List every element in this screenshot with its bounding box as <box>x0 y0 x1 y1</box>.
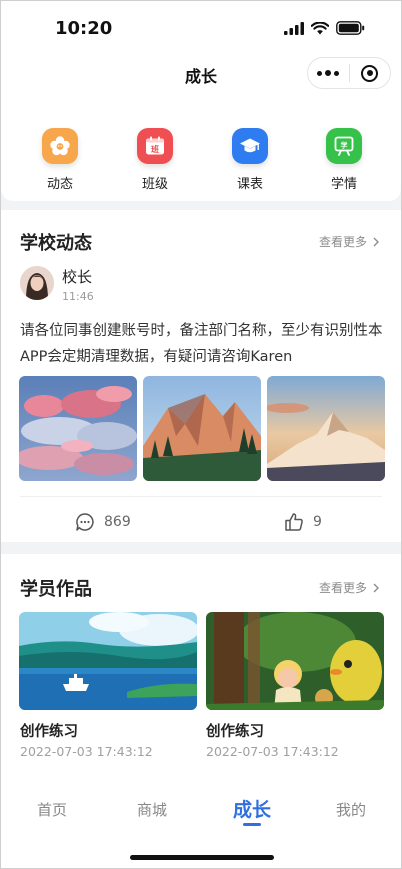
quick-nav-item-study[interactable]: 学 学情 <box>314 128 374 192</box>
battery-icon <box>336 21 365 35</box>
student-works-card: 学员作品 查看更多 创作练习 2022-07-03 17:43:12 创作练习 … <box>1 554 401 777</box>
mountain-peak-image[interactable] <box>267 376 385 481</box>
home-indicator[interactable] <box>130 855 274 860</box>
tab-home[interactable]: 首页 <box>22 799 82 820</box>
comment-icon <box>76 513 94 531</box>
mini-program-capsule <box>307 57 391 89</box>
quick-nav-label: 课表 <box>236 177 263 192</box>
status-bar: 10:20 <box>1 1 401 53</box>
quick-nav-item-schedule[interactable]: 课表 <box>220 128 280 192</box>
svg-text:班: 班 <box>151 144 159 154</box>
thumbs-up-icon <box>285 513 303 531</box>
post-time: 11:46 <box>62 290 94 303</box>
author-avatar[interactable] <box>20 266 54 300</box>
tab-bar: 首页 商城 成长 我的 <box>1 777 401 868</box>
quick-nav: 动态 班 班级 课表 学 学情 <box>1 95 401 201</box>
school-news-more-link[interactable]: 查看更多 <box>319 233 379 250</box>
post-divider <box>20 496 382 497</box>
navigation-bar: 成长 <box>1 53 401 95</box>
more-options-icon[interactable] <box>308 70 349 76</box>
tab-mine[interactable]: 我的 <box>321 799 381 820</box>
calendar-icon: 班 <box>137 128 173 164</box>
pink-clouds-image[interactable] <box>19 376 137 481</box>
quick-nav-label: 班级 <box>141 177 168 192</box>
quick-nav-item-class[interactable]: 班 班级 <box>125 128 185 192</box>
like-count: 9 <box>313 514 322 530</box>
tab-mall[interactable]: 商城 <box>122 799 182 820</box>
student-works-more-link[interactable]: 查看更多 <box>319 579 379 596</box>
signal-icon <box>284 21 304 35</box>
quick-nav-item-dynamic[interactable]: 动态 <box>30 128 90 192</box>
work-title: 创作练习 <box>20 724 78 740</box>
status-icons <box>284 21 365 35</box>
student-works-title: 学员作品 <box>20 579 92 600</box>
quick-nav-label: 学情 <box>330 177 357 192</box>
flower-icon <box>42 128 78 164</box>
chevron-right-icon <box>373 583 379 592</box>
tab-growth[interactable]: 成长 <box>222 795 282 822</box>
graduation-cap-icon <box>232 128 268 164</box>
active-tab-indicator <box>243 823 261 826</box>
work-date: 2022-07-03 17:43:12 <box>206 744 339 759</box>
chart-board-icon: 学 <box>326 128 362 164</box>
status-time: 10:20 <box>55 18 113 39</box>
app-screen: 10:20 成长 动态 班 班级 课表 学 学情 学校动态 查看更多 校长 11… <box>0 0 402 869</box>
comment-count: 869 <box>104 514 131 530</box>
work-date: 2022-07-03 17:43:12 <box>20 744 153 759</box>
comment-button[interactable]: 869 <box>75 512 131 532</box>
chevron-right-icon <box>373 237 379 246</box>
post-author: 校长 <box>62 268 93 286</box>
like-button[interactable]: 9 <box>284 512 322 532</box>
cartoon-forest-illustration[interactable] <box>206 612 384 710</box>
lake-boat-illustration[interactable] <box>19 612 197 710</box>
quick-nav-label: 动态 <box>46 177 73 192</box>
work-title: 创作练习 <box>206 724 264 740</box>
school-news-card: 学校动态 查看更多 校长 11:46 请各位同事创建账号时，备注部门名称，至少有… <box>1 210 401 542</box>
post-text: 请各位同事创建账号时，备注部门名称，至少有识别性本APP会定期清理数据，有疑问请… <box>20 323 383 365</box>
school-news-title: 学校动态 <box>20 233 92 254</box>
wifi-icon <box>311 21 329 34</box>
close-program-icon[interactable] <box>349 64 390 82</box>
svg-text:学: 学 <box>341 141 348 150</box>
mountain-sunrise-image[interactable] <box>143 376 261 481</box>
more-link-label: 查看更多 <box>318 581 367 595</box>
more-link-label: 查看更多 <box>318 235 367 249</box>
